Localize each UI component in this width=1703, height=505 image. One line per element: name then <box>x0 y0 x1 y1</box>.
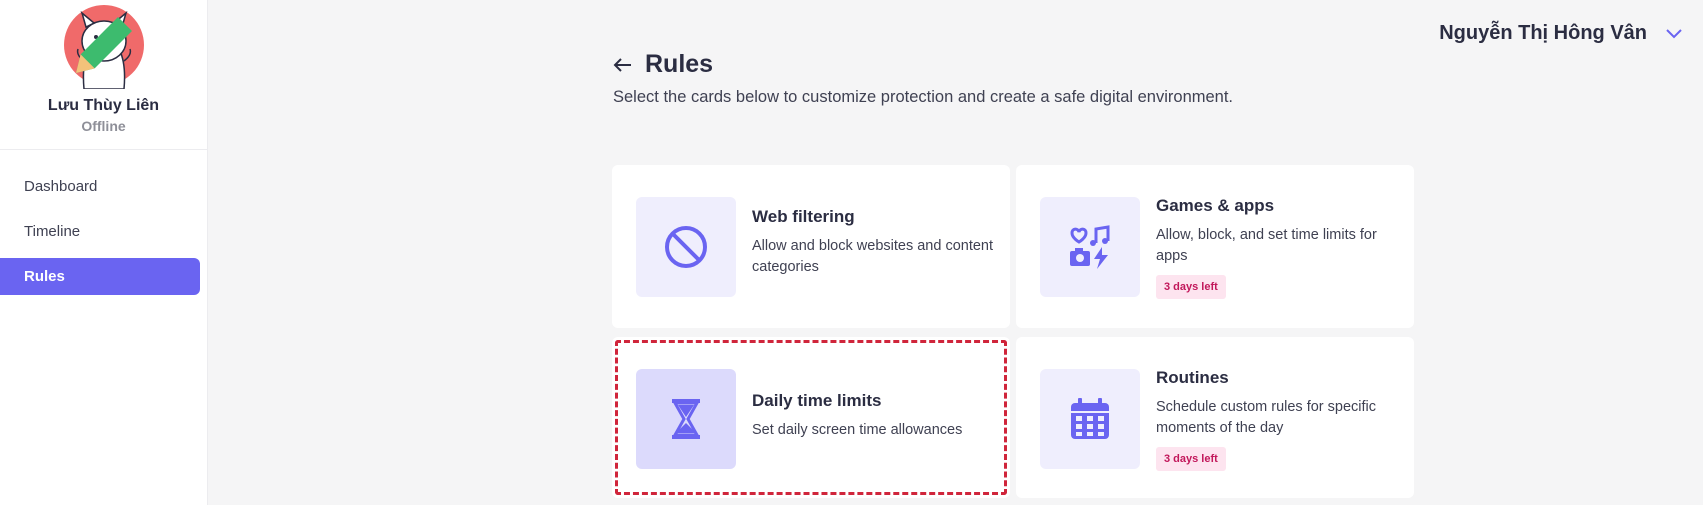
card-title: Web filtering <box>752 207 855 226</box>
card-icon-box <box>636 369 736 469</box>
card-title: Games & apps <box>1156 196 1275 215</box>
avatar[interactable] <box>62 3 146 90</box>
card-web-filtering[interactable]: Web filtering Allow and block websites a… <box>612 165 1010 328</box>
status-badge: 3 days left <box>1156 447 1226 471</box>
sidebar: Lưu Thùy Liên Offline Dashboard Timeline… <box>0 0 208 505</box>
card-description: Allow and block websites and content cat… <box>752 238 994 275</box>
page-title: Rules <box>645 50 714 78</box>
apps-icon <box>1070 225 1110 269</box>
card-title: Daily time limits <box>752 391 882 410</box>
profile-status: Offline <box>81 118 126 134</box>
user-name[interactable]: Nguyễn Thị Hông Vân <box>1439 22 1647 45</box>
card-icon-box <box>1040 369 1140 469</box>
card-games-apps[interactable]: Games & apps Allow, block, and set time … <box>1016 165 1414 328</box>
card-icon-box <box>636 197 736 297</box>
chevron-down-icon[interactable] <box>1665 28 1683 40</box>
pencil-icon[interactable] <box>62 3 146 87</box>
page-subtitle: Select the cards below to customize prot… <box>613 88 1234 106</box>
calendar-icon <box>1071 398 1109 439</box>
card-icon-box <box>1040 197 1140 297</box>
status-badge: 3 days left <box>1156 275 1226 299</box>
sidebar-nav: Dashboard Timeline Rules <box>0 168 207 295</box>
profile-name: Lưu Thùy Liên <box>47 97 160 114</box>
card-title: Routines <box>1156 368 1229 387</box>
card-description: Allow, block, and set time limits for ap… <box>1156 227 1377 264</box>
user-menu[interactable]: Nguyễn Thị Hông Vân <box>1439 22 1683 45</box>
page-header: Rules Select the cards below to customiz… <box>613 50 1233 107</box>
hourglass-icon <box>672 399 700 439</box>
card-description: Set daily screen time allowances <box>752 422 963 438</box>
block-icon <box>665 226 707 268</box>
sidebar-item-rules[interactable]: Rules <box>0 258 200 295</box>
back-arrow-icon[interactable] <box>613 57 633 73</box>
profile-section: Lưu Thùy Liên Offline <box>0 0 207 150</box>
sidebar-item-dashboard[interactable]: Dashboard <box>0 168 200 205</box>
card-description: Schedule custom rules for specific momen… <box>1156 399 1377 436</box>
sidebar-item-timeline[interactable]: Timeline <box>0 213 200 250</box>
card-daily-time-limits[interactable]: Daily time limits Set daily screen time … <box>612 337 1010 498</box>
card-routines[interactable]: Routines Schedule custom rules for speci… <box>1016 337 1414 498</box>
